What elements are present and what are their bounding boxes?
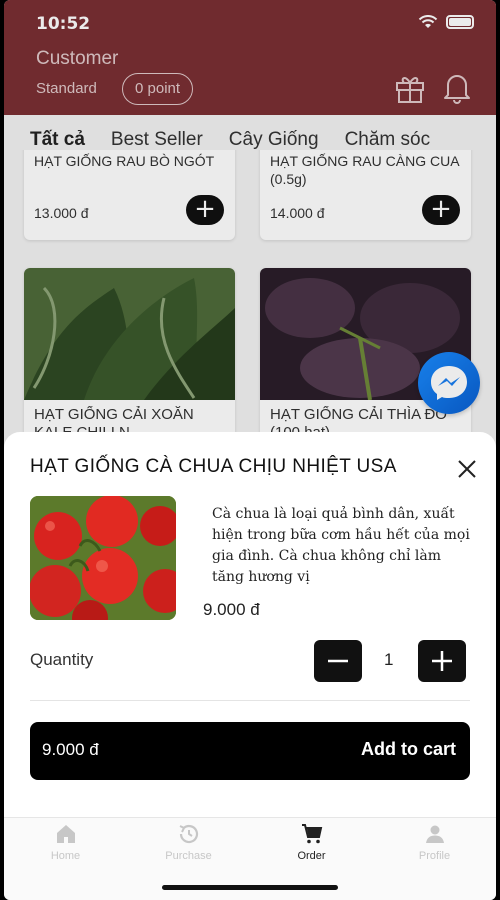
product-name: HẠT GIỐNG RAU BÒ NGÓT (34, 153, 215, 169)
tab-order[interactable]: Order (250, 818, 373, 878)
app-screen: 10:52 Customer Standard 0 point Tất cả B… (4, 0, 496, 900)
add-button[interactable]: + (422, 195, 460, 225)
wifi-icon (418, 15, 438, 28)
tab-label: Profile (418, 850, 451, 862)
membership-tier: Standard (36, 80, 97, 97)
product-card[interactable]: HẠT GIỐNG CẢI XOĂN KALE CHILI N (24, 268, 235, 448)
messenger-button[interactable] (418, 352, 480, 414)
tab-best-seller[interactable]: Best Seller (111, 129, 203, 151)
plus-icon (432, 651, 452, 671)
tab-profile[interactable]: Profile (373, 818, 496, 878)
quantity-value: 1 (384, 650, 394, 669)
product-name: HẠT GIỐNG RAU CÀNG CUA (0.5g) (270, 153, 459, 187)
bell-icon[interactable] (442, 70, 472, 104)
divider (30, 700, 470, 701)
person-icon (426, 825, 444, 843)
quantity-label: Quantity (30, 650, 94, 669)
battery-icon (446, 15, 474, 29)
product-price: 9.000 đ (203, 600, 260, 619)
sheet-title: HẠT GIỐNG CÀ CHUA CHỊU NHIỆT USA (30, 456, 397, 477)
minus-icon (328, 659, 348, 663)
tab-home[interactable]: Home (4, 818, 127, 878)
product-price: 13.000 đ (34, 205, 89, 221)
add-to-cart-button[interactable]: 9.000 đ Add to cart (30, 722, 470, 780)
home-icon (57, 825, 75, 843)
tab-label: Purchase (165, 850, 212, 862)
points-badge[interactable]: 0 point (122, 73, 194, 105)
decrease-button[interactable] (314, 640, 362, 682)
status-icons (418, 15, 474, 29)
product-card[interactable]: HẠT GIỐNG RAU CÀNG CUA (0.5g) 14.000 đ + (260, 150, 471, 240)
customer-name: Customer (36, 48, 119, 69)
tab-label: Home (50, 850, 81, 862)
cart-icon (302, 824, 323, 844)
product-photo (30, 496, 176, 620)
product-detail-sheet: HẠT GIỐNG CÀ CHUA CHỊU NHIỆT USA Cà chua… (4, 432, 496, 817)
product-card[interactable]: HẠT GIỐNG RAU BÒ NGÓT 13.000 đ + (24, 150, 235, 240)
app-header: 10:52 Customer Standard 0 point (4, 0, 496, 115)
home-indicator (162, 885, 338, 890)
add-button[interactable]: + (186, 195, 224, 225)
product-description: Cà chua là loại quả bình dân, xuất hiện … (212, 506, 470, 585)
history-icon (179, 824, 199, 844)
gift-icon[interactable] (394, 72, 426, 104)
messenger-icon (431, 366, 467, 400)
cart-total: 9.000 đ (42, 740, 99, 759)
product-image (24, 268, 235, 400)
tab-all[interactable]: Tất cả (30, 129, 85, 151)
product-price: 14.000 đ (270, 205, 325, 221)
status-time: 10:52 (36, 14, 91, 34)
tab-care[interactable]: Chăm sóc (345, 129, 431, 151)
add-to-cart-label: Add to cart (360, 739, 456, 759)
tab-label: Order (297, 850, 326, 862)
tab-purchase[interactable]: Purchase (127, 818, 250, 878)
increase-button[interactable] (418, 640, 466, 682)
close-icon[interactable] (456, 458, 478, 480)
tab-seedlings[interactable]: Cây Giống (229, 129, 319, 151)
